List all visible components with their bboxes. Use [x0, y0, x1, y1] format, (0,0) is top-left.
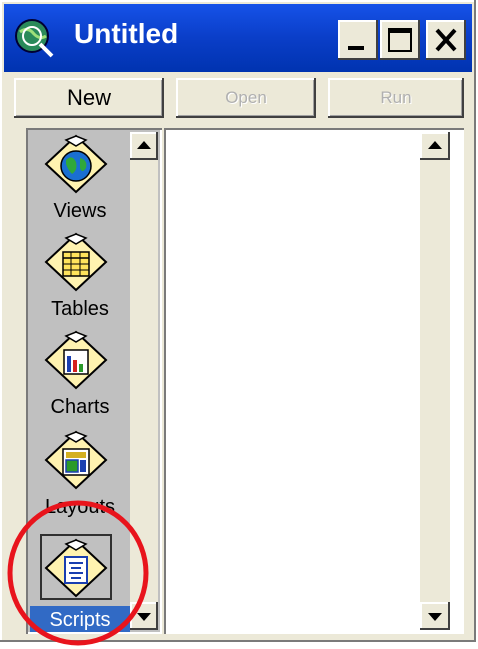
- document-type-panel: Views Tables Charts Layouts Scripts: [26, 128, 162, 634]
- window-title: Untitled: [74, 18, 179, 49]
- scroll-up-button[interactable]: [130, 132, 158, 160]
- maximize-icon: [388, 28, 412, 52]
- doc-type-label: Tables: [51, 298, 109, 320]
- close-button[interactable]: [426, 20, 466, 60]
- new-button[interactable]: New: [14, 78, 164, 118]
- document-type-list: Views Tables Charts Layouts Scripts: [30, 132, 130, 632]
- scroll-down-button[interactable]: [130, 602, 158, 630]
- arrow-down-icon: [428, 613, 442, 621]
- run-button[interactable]: Run: [328, 78, 464, 118]
- chart-icon: [44, 330, 108, 390]
- title-bar[interactable]: Untitled: [4, 4, 472, 72]
- document-list-scrollbar[interactable]: [420, 132, 450, 630]
- arrow-down-icon: [137, 613, 151, 621]
- doc-type-label: Scripts: [30, 606, 130, 632]
- arrow-up-icon: [428, 141, 442, 149]
- close-icon: [435, 28, 457, 52]
- minimize-icon: [348, 46, 364, 50]
- minimize-button[interactable]: [338, 20, 378, 60]
- document-list-pane[interactable]: [164, 128, 464, 634]
- open-button[interactable]: Open: [176, 78, 316, 118]
- script-icon: [44, 538, 108, 598]
- doc-type-label: Views: [53, 200, 107, 222]
- doc-type-label: Charts: [50, 396, 110, 418]
- app-icon: [15, 19, 54, 58]
- arrow-up-icon: [137, 141, 151, 149]
- globe-icon: [44, 134, 108, 194]
- scroll-up-button[interactable]: [420, 132, 450, 160]
- maximize-button[interactable]: [380, 20, 420, 60]
- table-icon: [44, 232, 108, 292]
- project-window: Untitled New Open Run Views Tables Chart…: [0, 0, 476, 642]
- doc-list-scrollbar[interactable]: [130, 132, 158, 630]
- doc-type-label: Layouts: [44, 496, 116, 518]
- scroll-down-button[interactable]: [420, 602, 450, 630]
- layout-icon: [44, 430, 108, 490]
